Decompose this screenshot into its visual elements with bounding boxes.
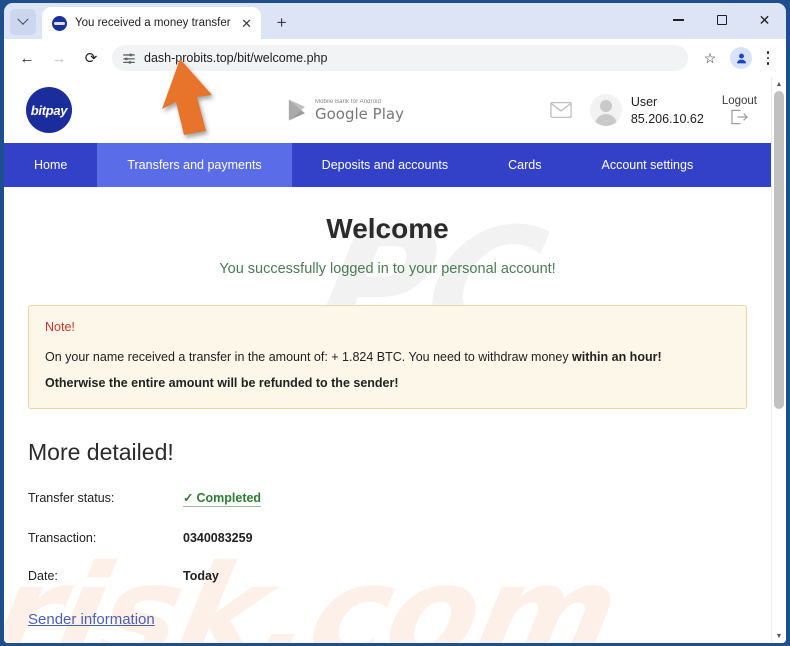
browser-tab[interactable]: You received a money transfer ✕ [42,7,261,39]
minimize-icon [673,19,684,21]
url-text: dash-probits.top/bit/welcome.php [144,51,328,65]
site-settings-icon[interactable] [122,51,136,65]
scroll-down-arrow-icon[interactable]: ▼ [772,629,786,643]
nav-label: Account settings [601,158,694,172]
avatar [589,94,622,126]
note-line-1: On your name received a transfer in the … [45,348,730,366]
note-title: Note! [45,320,75,334]
nav-item-cards[interactable]: Cards [478,143,571,187]
bitpay-logo[interactable]: bitpay [26,87,72,133]
browser-menu-button[interactable] [758,51,778,65]
user-text: User 85.206.10.62 [631,95,704,126]
scrollbar-thumb[interactable] [774,91,784,409]
user-info[interactable]: User 85.206.10.62 [589,94,704,126]
bookmark-star-icon[interactable]: ☆ [696,44,724,72]
nav-item-account-settings[interactable]: Account settings [571,143,723,187]
reload-button[interactable]: ⟳ [76,43,106,73]
detail-value: 0340083259 [183,531,253,546]
nav-label: Transfers and payments [127,158,262,172]
web-page: PC risk.com bitpay Mobile Bank for Andro… [4,77,771,643]
page-scrollbar[interactable]: ▲ ▼ [771,77,786,643]
main-navigation: Home Transfers and payments Deposits and… [4,143,771,187]
page-title: Welcome [326,213,449,244]
profile-avatar-icon[interactable] [730,47,752,69]
detail-label: Transfer status: [28,491,115,506]
nav-item-transfers-and-payments[interactable]: Transfers and payments [97,143,292,187]
close-window-button[interactable]: ✕ [743,3,786,37]
page-content: Welcome You successfully logged in to yo… [4,213,771,629]
nav-item-home[interactable]: Home [4,143,97,187]
sender-information-link[interactable]: Sender information [28,611,155,628]
site-header: bitpay Mobile Bank for Android Google Pl… [4,77,771,143]
check-icon: ✓ [183,491,194,506]
nav-label: Deposits and accounts [321,158,449,172]
bitpay-logo-text: bitpay [30,102,68,118]
scrollbar-track[interactable] [772,91,786,629]
chevron-down-icon [17,13,29,25]
page-subtitle: You successfully logged in to your perso… [219,261,556,277]
logout-button[interactable]: Logout [722,95,757,125]
google-play-title: Google Play [315,104,404,123]
google-play-icon [288,99,305,121]
note-line-2-text: Otherwise the entire amount will be refu… [45,376,399,391]
forward-button[interactable]: → [44,43,74,73]
detail-label: Transaction: [28,531,97,546]
user-ip: 85.206.10.62 [630,111,704,126]
google-play-text: Mobile Bank for Android Google Play [315,99,404,122]
note-box: Note! On your name received a transfer i… [28,305,747,410]
detail-value: Completed [196,491,262,506]
note-line-1-text: On your name received a transfer in the … [45,350,573,364]
close-tab-icon[interactable]: ✕ [239,15,255,31]
tab-title: You received a money transfer [75,17,231,29]
back-button[interactable]: ← [12,43,42,73]
detail-row-transfer-status: Transfer status: ✓ Completed [28,490,747,508]
logout-label: Logout [721,95,757,107]
minimize-button[interactable] [657,3,700,37]
header-right-group: User 85.206.10.62 Logout [550,94,757,126]
browser-window: You received a money transfer ✕ + ✕ ← → … [4,3,786,643]
bitpay-favicon-icon [52,15,67,31]
menu-dot [766,61,770,65]
screenshot-root: You received a money transfer ✕ + ✕ ← → … [0,0,790,646]
logout-arrow-icon [730,109,749,125]
page-viewport: PC risk.com bitpay Mobile Bank for Andro… [4,77,786,643]
mail-icon[interactable] [550,100,572,120]
google-play-badge[interactable]: Mobile Bank for Android Google Play [287,98,404,122]
address-bar[interactable]: dash-probits.top/bit/welcome.php [112,45,688,71]
menu-dot [766,51,770,55]
more-detailed-heading: More detailed! [28,439,174,466]
detail-row-transaction: Transaction: 0340083259 [28,531,747,545]
note-line-1-emphasis: within an hour! [572,350,662,364]
google-play-subtitle: Mobile Bank for Android [315,98,382,105]
menu-dot [766,56,770,60]
maximize-icon [716,15,727,25]
detail-row-date: Date: Today [28,569,747,583]
detail-label: Date: [28,569,58,584]
nav-label: Home [34,158,68,172]
window-controls: ✕ [657,3,786,37]
note-line-2: Otherwise the entire amount will be refu… [45,374,730,392]
scroll-up-arrow-icon[interactable]: ▲ [772,77,786,91]
tab-search-button[interactable] [10,9,36,35]
status-badge: ✓ Completed [183,490,262,508]
maximize-button[interactable] [700,3,743,37]
detail-value: Today [183,569,219,584]
browser-toolbar: ← → ⟳ dash-probits.top/bit/welcome.php ☆ [4,39,786,77]
user-name: User [630,94,658,109]
nav-item-deposits-and-accounts[interactable]: Deposits and accounts [292,143,478,187]
close-icon: ✕ [758,12,771,28]
tab-strip: You received a money transfer ✕ + ✕ [4,3,786,39]
nav-label: Cards [508,158,542,172]
new-tab-button[interactable]: + [269,9,295,35]
